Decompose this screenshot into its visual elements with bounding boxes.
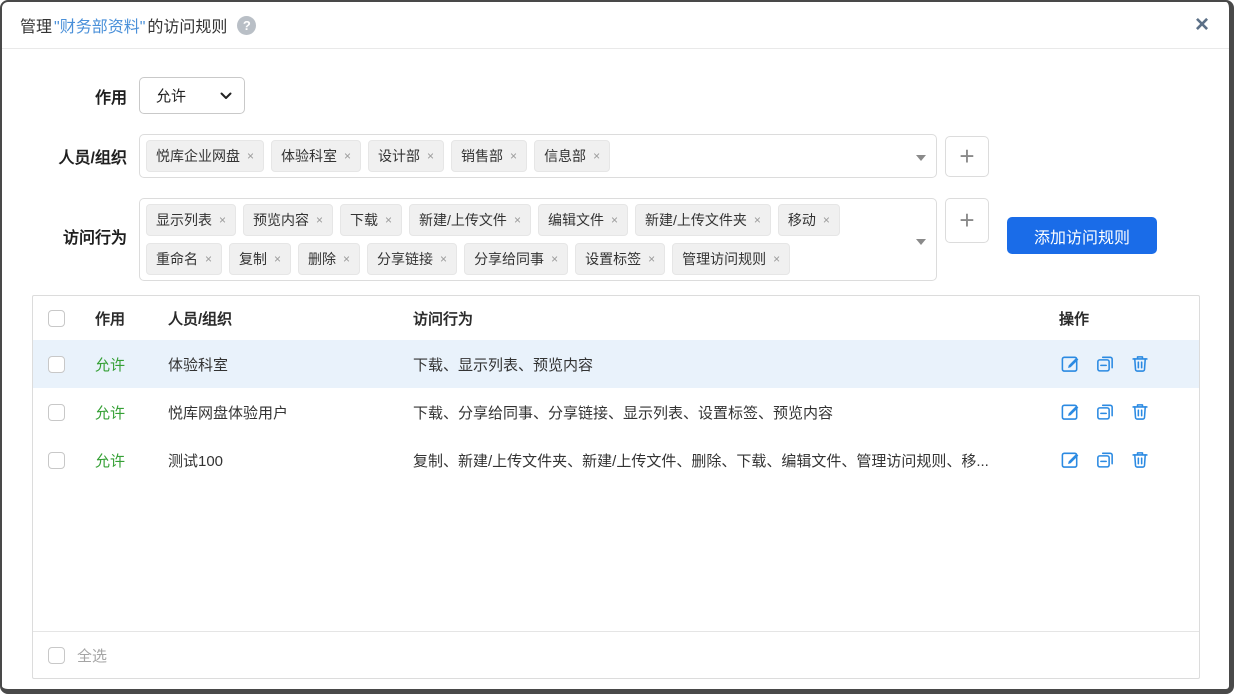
remove-tag-icon[interactable]: × xyxy=(823,214,830,226)
title-suffix: 的访问规则 xyxy=(147,13,227,37)
delete-icon[interactable] xyxy=(1129,353,1151,375)
edit-icon[interactable] xyxy=(1059,401,1081,423)
row-people: 测试100 xyxy=(168,450,413,471)
people-tag: 设计部× xyxy=(368,140,444,172)
add-action-button[interactable]: + xyxy=(945,198,989,243)
row-actions: 下载、分享给同事、分享链接、显示列表、设置标签、预览内容 xyxy=(413,402,1031,423)
help-icon[interactable]: ? xyxy=(237,16,256,35)
people-tags-input[interactable]: 悦库企业网盘× 体验科室× 设计部× 销售部× 信息部× xyxy=(139,134,937,178)
people-row: 人员/组织 悦库企业网盘× 体验科室× 设计部× 销售部× 信息部× + xyxy=(2,134,1229,178)
remove-tag-icon[interactable]: × xyxy=(514,214,521,226)
row-effect: 允许 xyxy=(95,354,168,375)
remove-tag-icon[interactable]: × xyxy=(219,214,226,226)
action-tag: 删除× xyxy=(298,243,360,275)
actions-tags-input[interactable]: 显示列表× 预览内容× 下载× 新建/上传文件× 编辑文件× 新建/上传文件夹×… xyxy=(139,198,937,281)
folder-name-link[interactable]: "财务部资料" xyxy=(54,13,145,37)
header-people: 人员/组织 xyxy=(168,308,413,329)
action-tag: 新建/上传文件夹× xyxy=(635,204,771,236)
action-tag: 复制× xyxy=(229,243,291,275)
action-tag: 下载× xyxy=(340,204,402,236)
effect-label: 作用 xyxy=(2,84,127,108)
people-label: 人员/组织 xyxy=(2,144,127,168)
dialog-title: 管理 "财务部资料" 的访问规则 ? xyxy=(20,13,256,37)
remove-tag-icon[interactable]: × xyxy=(611,214,618,226)
remove-tag-icon[interactable]: × xyxy=(385,214,392,226)
header-checkbox[interactable] xyxy=(48,310,65,327)
row-effect: 允许 xyxy=(95,402,168,423)
action-tag: 分享给同事× xyxy=(464,243,568,275)
remove-tag-icon[interactable]: × xyxy=(247,150,254,162)
effect-value: 允许 xyxy=(156,85,186,106)
rule-form: 作用 允许 人员/组织 悦库企业网盘× 体验科室× 设计部× 销售部× 信息部×… xyxy=(2,49,1229,281)
remove-tag-icon[interactable]: × xyxy=(593,150,600,162)
effect-select[interactable]: 允许 xyxy=(139,77,245,114)
remove-tag-icon[interactable]: × xyxy=(274,253,281,265)
table-row[interactable]: 允许 测试100 复制、新建/上传文件夹、新建/上传文件、删除、下载、编辑文件、… xyxy=(33,436,1199,484)
action-tag: 移动× xyxy=(778,204,840,236)
action-tag: 管理访问规则× xyxy=(672,243,790,275)
actions-row: 访问行为 显示列表× 预览内容× 下载× 新建/上传文件× 编辑文件× 新建/上… xyxy=(2,198,1229,281)
row-checkbox[interactable] xyxy=(48,356,65,373)
actions-label: 访问行为 xyxy=(2,224,127,248)
row-checkbox[interactable] xyxy=(48,404,65,421)
row-effect: 允许 xyxy=(95,450,168,471)
table-header-row: 作用 人员/组织 访问行为 操作 xyxy=(33,296,1199,340)
action-tag: 编辑文件× xyxy=(538,204,628,236)
table-row[interactable]: 允许 体验科室 下载、显示列表、预览内容 xyxy=(33,340,1199,388)
delete-icon[interactable] xyxy=(1129,449,1151,471)
people-tag: 悦库企业网盘× xyxy=(146,140,264,172)
row-checkbox[interactable] xyxy=(48,452,65,469)
title-prefix: 管理 xyxy=(20,13,52,37)
edit-icon[interactable] xyxy=(1059,449,1081,471)
edit-icon[interactable] xyxy=(1059,353,1081,375)
action-tag: 分享链接× xyxy=(367,243,457,275)
add-rule-button[interactable]: 添加访问规则 xyxy=(1007,217,1157,254)
row-actions: 复制、新建/上传文件夹、新建/上传文件、删除、下载、编辑文件、管理访问规则、移.… xyxy=(413,450,1031,471)
header-ops: 操作 xyxy=(1031,308,1199,329)
action-tag: 显示列表× xyxy=(146,204,236,236)
remove-tag-icon[interactable]: × xyxy=(648,253,655,265)
copy-icon[interactable] xyxy=(1094,353,1116,375)
table-row[interactable]: 允许 悦库网盘体验用户 下载、分享给同事、分享链接、显示列表、设置标签、预览内容 xyxy=(33,388,1199,436)
remove-tag-icon[interactable]: × xyxy=(344,150,351,162)
effect-row: 作用 允许 xyxy=(2,77,1229,114)
remove-tag-icon[interactable]: × xyxy=(510,150,517,162)
dropdown-caret-icon[interactable] xyxy=(916,239,926,250)
select-all-checkbox[interactable] xyxy=(48,647,65,664)
people-tag: 销售部× xyxy=(451,140,527,172)
close-icon[interactable]: × xyxy=(1195,13,1209,37)
select-all-label: 全选 xyxy=(77,645,107,666)
header-effect: 作用 xyxy=(95,308,168,329)
table-footer: 全选 xyxy=(33,631,1199,678)
row-actions: 下载、显示列表、预览内容 xyxy=(413,354,1031,375)
access-rules-dialog: 管理 "财务部资料" 的访问规则 ? × 作用 允许 人员/组织 悦库企业网盘×… xyxy=(0,0,1234,694)
remove-tag-icon[interactable]: × xyxy=(440,253,447,265)
remove-tag-icon[interactable]: × xyxy=(205,253,212,265)
row-people: 体验科室 xyxy=(168,354,413,375)
rules-table: 作用 人员/组织 访问行为 操作 允许 体验科室 下载、显示列表、预览内容 允许… xyxy=(32,295,1200,679)
header-actions: 访问行为 xyxy=(413,308,1031,329)
delete-icon[interactable] xyxy=(1129,401,1151,423)
action-tag: 重命名× xyxy=(146,243,222,275)
remove-tag-icon[interactable]: × xyxy=(773,253,780,265)
remove-tag-icon[interactable]: × xyxy=(754,214,761,226)
people-tag: 体验科室× xyxy=(271,140,361,172)
add-people-button[interactable]: + xyxy=(945,136,989,177)
people-tag: 信息部× xyxy=(534,140,610,172)
copy-icon[interactable] xyxy=(1094,401,1116,423)
remove-tag-icon[interactable]: × xyxy=(427,150,434,162)
remove-tag-icon[interactable]: × xyxy=(551,253,558,265)
action-tag: 设置标签× xyxy=(575,243,665,275)
remove-tag-icon[interactable]: × xyxy=(343,253,350,265)
dialog-header: 管理 "财务部资料" 的访问规则 ? × xyxy=(2,2,1229,49)
dropdown-caret-icon[interactable] xyxy=(916,155,926,166)
remove-tag-icon[interactable]: × xyxy=(316,214,323,226)
row-people: 悦库网盘体验用户 xyxy=(168,402,413,423)
chevron-down-icon xyxy=(220,92,232,100)
action-tag: 预览内容× xyxy=(243,204,333,236)
copy-icon[interactable] xyxy=(1094,449,1116,471)
action-tag: 新建/上传文件× xyxy=(409,204,531,236)
